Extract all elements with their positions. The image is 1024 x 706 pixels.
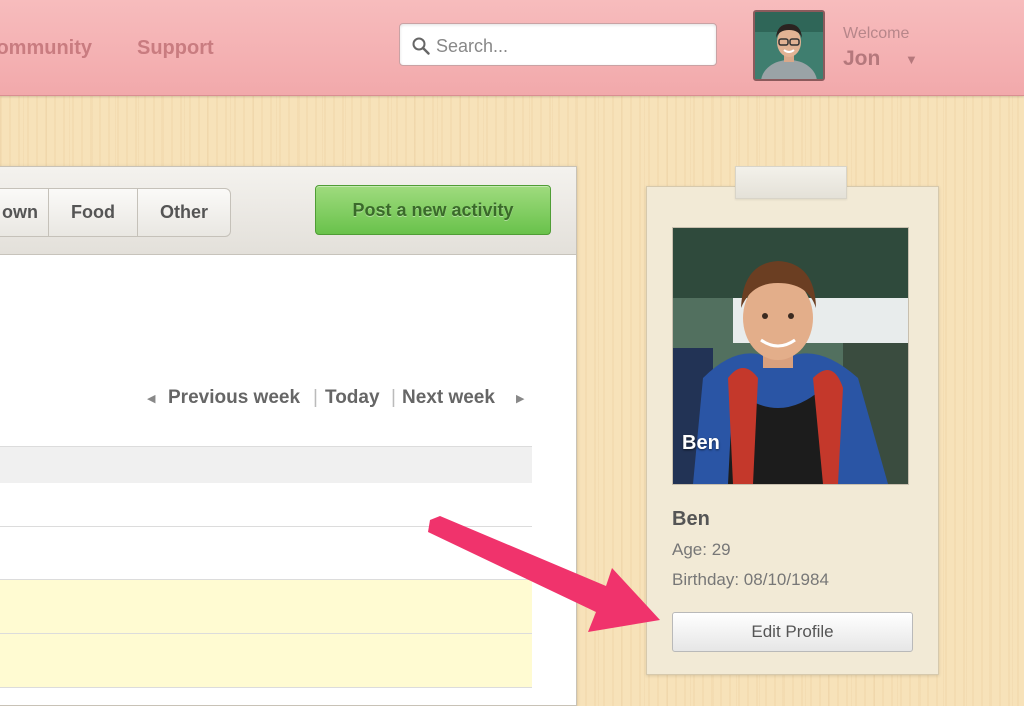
tab-other[interactable]: Other xyxy=(138,189,230,236)
previous-week-link[interactable]: Previous week xyxy=(168,387,300,409)
photo-caption: Ben xyxy=(682,432,720,454)
tab-own[interactable]: own xyxy=(0,189,49,236)
user-avatar[interactable] xyxy=(753,10,825,81)
search-icon xyxy=(412,37,430,55)
welcome-label: Welcome xyxy=(843,25,910,42)
post-activity-button[interactable]: Post a new activity xyxy=(315,185,551,235)
calendar-header-row xyxy=(0,446,532,484)
edit-profile-button[interactable]: Edit Profile xyxy=(672,612,913,652)
panel-toolbar: own Food Other Post a new activity xyxy=(0,167,576,255)
nav-link-community[interactable]: Community xyxy=(0,37,92,60)
profile-birthday: Birthday: 08/10/1984 xyxy=(672,570,829,589)
next-arrow-icon[interactable]: ▶ xyxy=(516,392,524,405)
calendar-row xyxy=(0,527,532,580)
top-nav-bar: Community Support Welcome Jon ▼ xyxy=(0,0,1024,96)
activity-panel: own Food Other Post a new activity ◀ Pre… xyxy=(0,166,577,706)
nav-link-support[interactable]: Support xyxy=(137,37,214,60)
nav-separator: | xyxy=(391,387,396,408)
next-week-link[interactable]: Next week xyxy=(402,387,495,409)
category-tabs: own Food Other xyxy=(0,188,231,237)
today-link[interactable]: Today xyxy=(325,387,380,409)
calendar-row-highlighted xyxy=(0,634,532,688)
search-input[interactable] xyxy=(434,32,708,60)
previous-arrow-icon[interactable]: ◀ xyxy=(147,392,155,405)
search-box xyxy=(399,23,717,66)
user-name[interactable]: Jon xyxy=(843,47,880,71)
user-avatar-image xyxy=(755,12,823,79)
caret-down-icon[interactable]: ▼ xyxy=(905,52,918,67)
profile-name: Ben xyxy=(672,508,710,530)
calendar-row xyxy=(0,483,532,527)
nav-separator: | xyxy=(313,387,318,408)
tape-decoration xyxy=(735,166,847,199)
profile-age: Age: 29 xyxy=(672,540,731,559)
tab-food[interactable]: Food xyxy=(49,189,138,236)
calendar-row-highlighted xyxy=(0,580,532,634)
